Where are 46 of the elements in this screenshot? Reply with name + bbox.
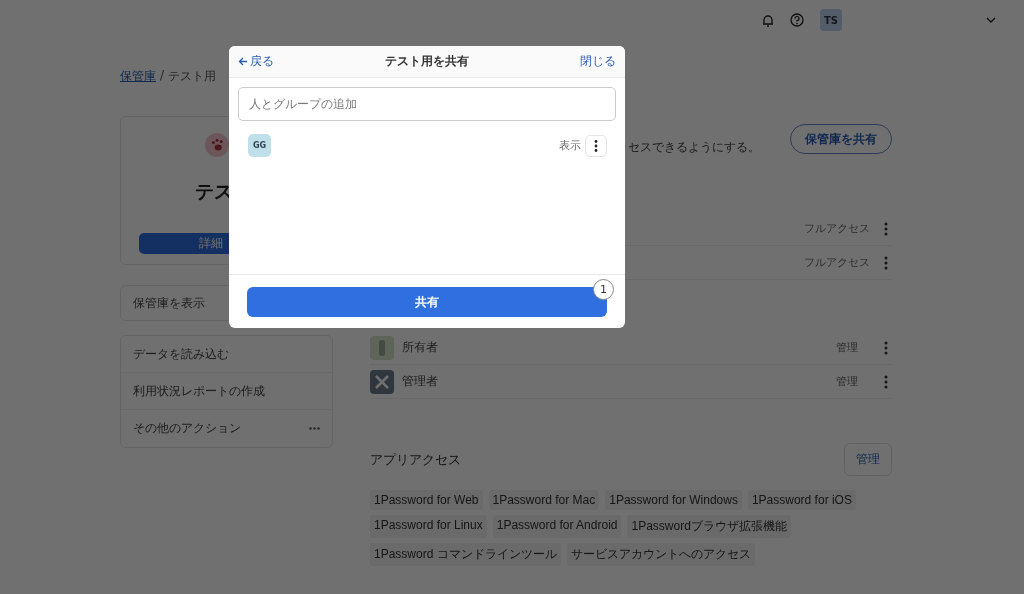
manage-button[interactable]: 管理 — [844, 443, 892, 476]
options-button[interactable] — [585, 134, 607, 157]
kebab-icon — [594, 139, 598, 152]
access-level: フルアクセス — [804, 255, 870, 270]
chevron-down-icon[interactable] — [986, 17, 996, 23]
action-item[interactable]: 利用状況レポートの作成 — [133, 382, 265, 400]
app-tag: 1Password for Linux — [370, 515, 487, 538]
share-vault-button[interactable]: 保管庫を共有 — [790, 124, 892, 154]
help-icon[interactable] — [790, 13, 804, 27]
app-tag: 1Password for Web — [370, 490, 483, 510]
user-avatar[interactable]: TS — [820, 9, 842, 31]
back-link[interactable]: 戻る — [238, 53, 274, 70]
count-badge: 1 — [593, 279, 614, 300]
access-level: フルアクセス — [804, 221, 870, 236]
dialog-title: テスト用を共有 — [385, 53, 469, 70]
permission-label: 表示 — [559, 138, 581, 153]
close-link[interactable]: 閉じる — [580, 53, 616, 70]
description-text: セスできるようにする。 — [628, 138, 760, 156]
section-title: アプリアクセス — [370, 450, 461, 469]
kebab-icon[interactable] — [884, 255, 888, 270]
action-item[interactable]: データを読み込む — [133, 345, 229, 363]
group-avatar: GG — [248, 134, 271, 157]
more-icon[interactable] — [309, 427, 320, 430]
bell-icon[interactable] — [762, 13, 774, 27]
breadcrumb-separator: / — [160, 68, 165, 84]
add-people-field[interactable]: 人とグループの追加 — [238, 87, 616, 121]
app-tag: 1Password for Android — [492, 515, 622, 538]
breadcrumb-link[interactable]: 保管庫 — [120, 68, 156, 100]
app-tag: 1Password for Mac — [488, 490, 600, 510]
kebab-icon[interactable] — [884, 221, 888, 236]
access-level: 管理 — [836, 374, 858, 389]
group-name: 管理者 — [402, 373, 439, 390]
access-level: 管理 — [836, 340, 858, 355]
app-tag: 1Password for Windows — [605, 490, 742, 510]
app-tag: サービスアカウントへのアクセス — [566, 543, 755, 566]
kebab-icon[interactable] — [884, 374, 888, 389]
action-item[interactable]: その他のアクション — [133, 420, 241, 437]
arrow-left-icon — [238, 57, 248, 66]
figure-icon — [370, 335, 394, 360]
app-tag: 1Password コマンドラインツール — [370, 543, 561, 566]
kebab-icon[interactable] — [884, 340, 888, 355]
breadcrumb-current: テスト用 — [168, 68, 217, 85]
group-name: 所有者 — [402, 339, 439, 356]
app-tag: 1Password for iOS — [747, 490, 856, 510]
app-tag: 1Passwordブラウザ拡張機能 — [627, 515, 791, 538]
tools-icon — [370, 369, 394, 394]
